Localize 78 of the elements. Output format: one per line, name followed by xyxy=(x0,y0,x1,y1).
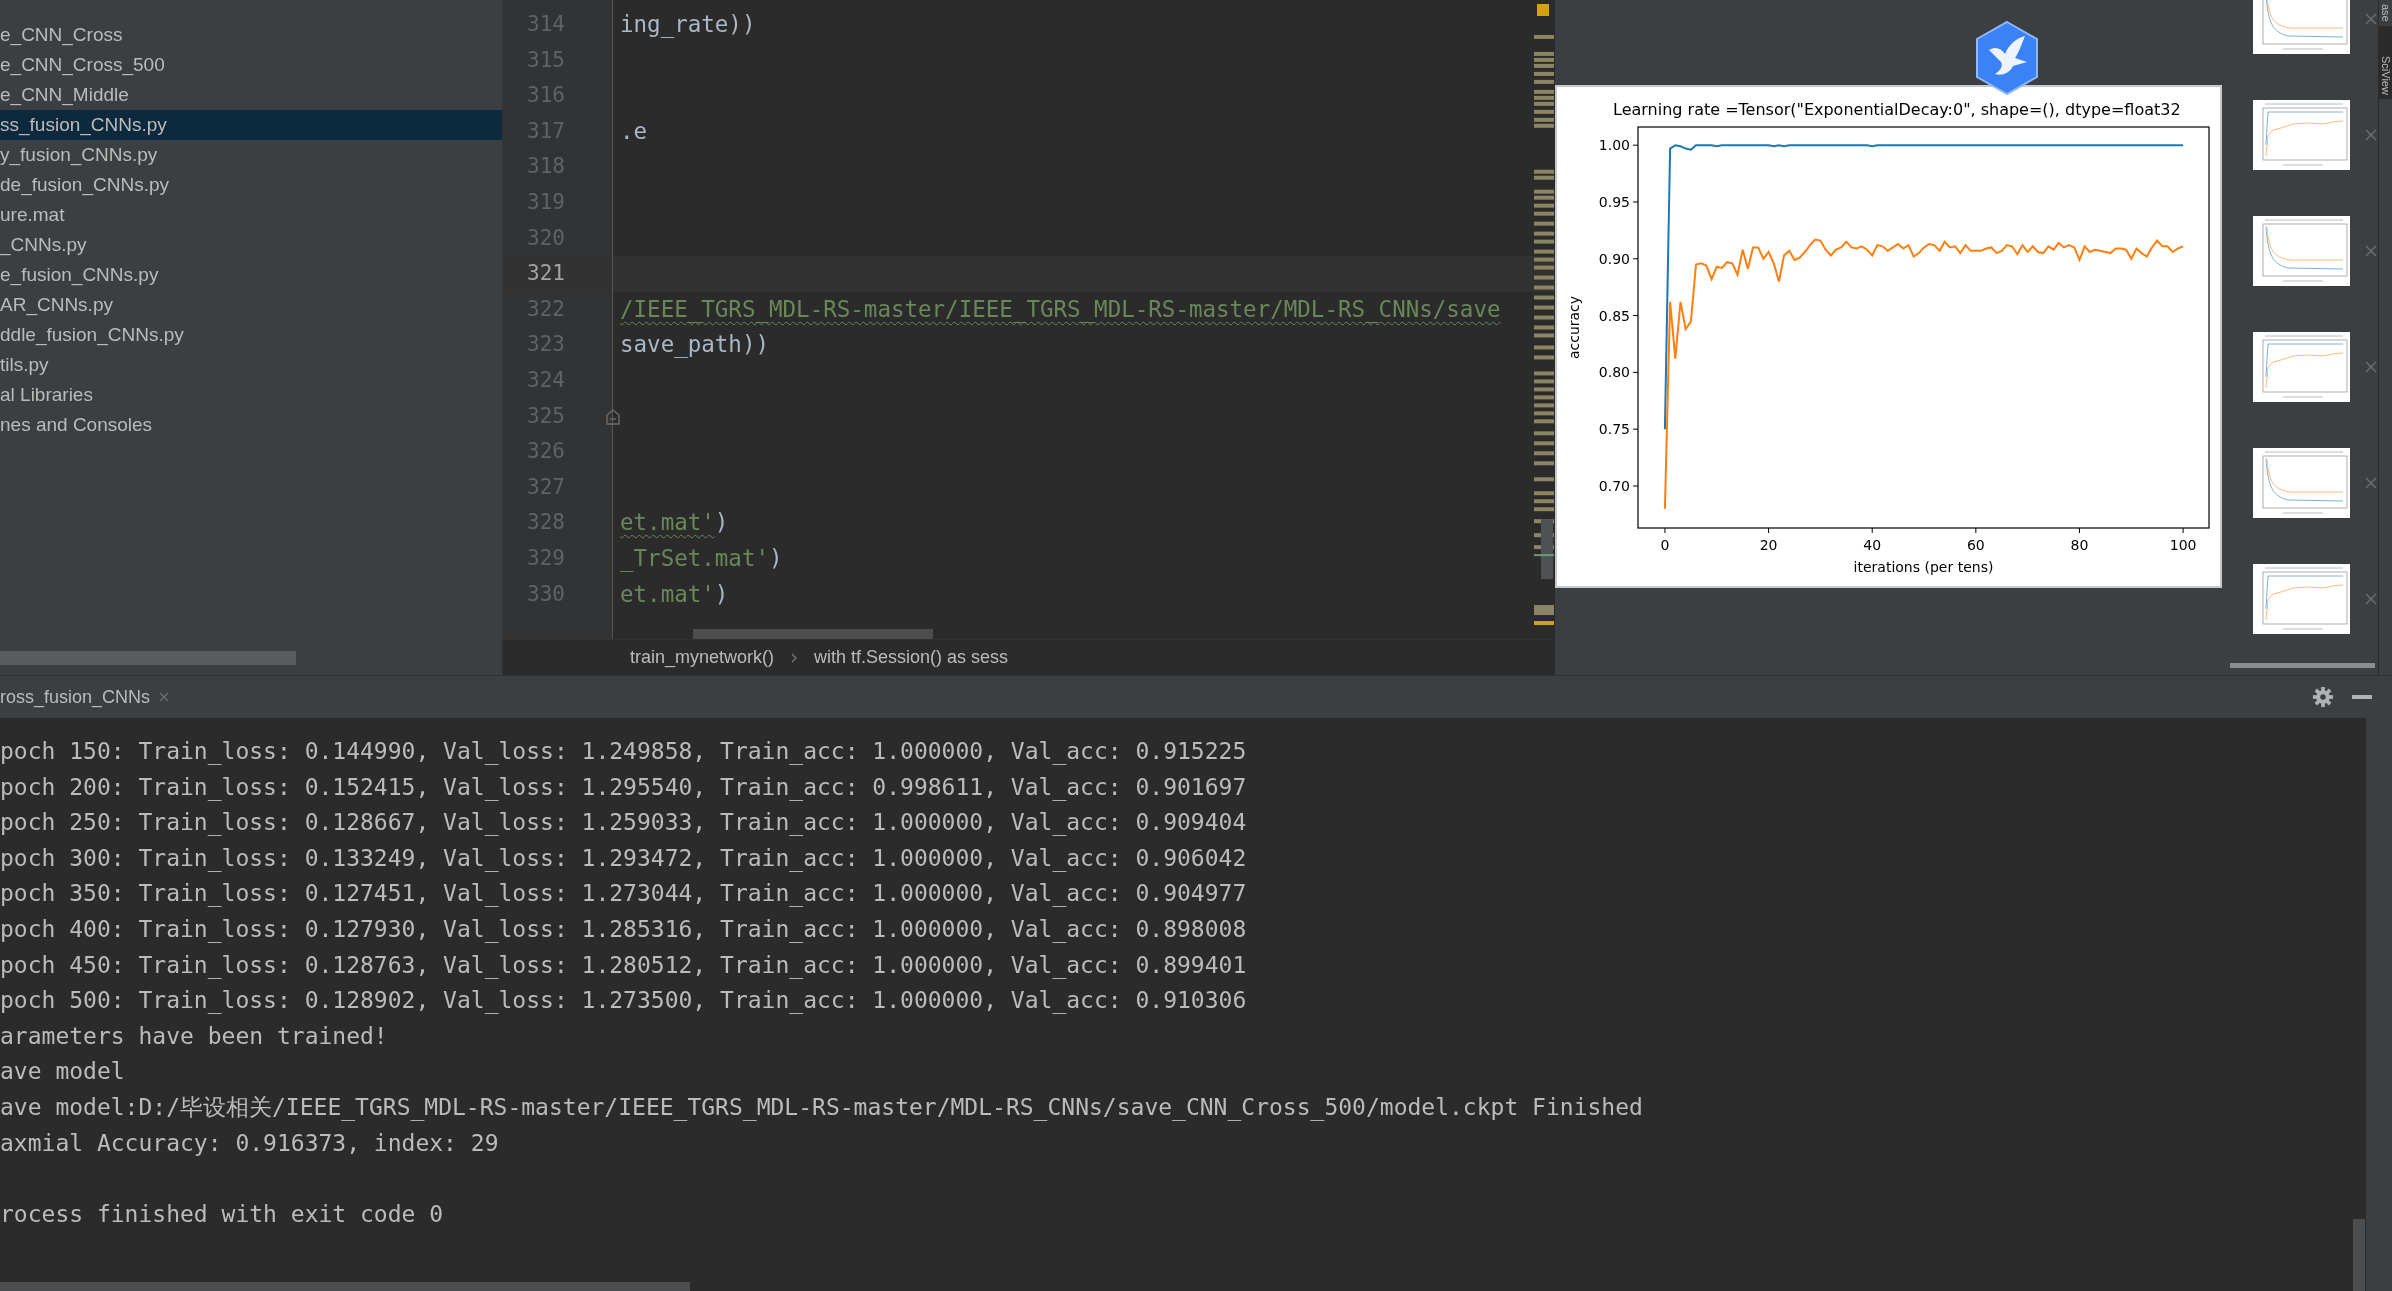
plot-thumbnail[interactable] xyxy=(2253,564,2350,634)
file-tree-item[interactable]: y_fusion_CNNs.py xyxy=(0,140,502,170)
close-icon[interactable] xyxy=(158,691,171,703)
tick-label: 40 xyxy=(1863,537,1882,553)
close-icon[interactable] xyxy=(2364,244,2378,258)
console-output-line: poch 300: Train_loss: 0.133249, Val_loss: 1.293472, Train_acc: 1.000000, Val_acc: 0.906042 xyxy=(0,844,1247,871)
close-icon[interactable] xyxy=(2364,360,2378,374)
axis-label: accuracy xyxy=(1566,295,1582,360)
file-tree-item[interactable]: e_CNN_Cross xyxy=(0,20,502,50)
file-tree-item[interactable]: ddle_fusion_CNNs.py xyxy=(0,320,502,350)
console-output-line: poch 200: Train_loss: 0.152415, Val_loss: 1.295540, Train_acc: 0.998611, Val_acc: 0.901697 xyxy=(0,773,1247,800)
scrollbar-thumb[interactable] xyxy=(2353,1219,2365,1291)
settings-icon[interactable] xyxy=(2312,686,2334,708)
plot-thumbnail[interactable] xyxy=(2253,332,2350,402)
console-output-line: poch 250: Train_loss: 0.128667, Val_loss: 1.259033, Train_acc: 1.000000, Val_acc: 0.909404 xyxy=(0,809,1247,836)
tick-label: 0.90 xyxy=(1598,250,1630,267)
scrollbar-thumb[interactable] xyxy=(2230,663,2375,668)
close-icon[interactable] xyxy=(2364,476,2378,490)
chevron-icon xyxy=(790,651,799,664)
file-tree-item[interactable]: e_CNN_Middle xyxy=(0,80,502,110)
plot-thumbnail[interactable] xyxy=(2253,100,2350,170)
file-tree-item[interactable]: _CNNs.py xyxy=(0,230,502,260)
axis-label: iterations (per tens) xyxy=(1853,559,1994,575)
tool-window-tab[interactable]: ase xyxy=(2379,0,2392,26)
close-icon[interactable] xyxy=(2364,128,2378,142)
scrollbar-thumb[interactable] xyxy=(0,651,296,665)
tick-label: 100 xyxy=(2169,537,2197,553)
file-tree-item[interactable]: al Libraries xyxy=(0,380,502,410)
file-tree-item[interactable]: e_CNN_Cross_500 xyxy=(0,50,502,80)
code-line: et.mat') xyxy=(620,580,729,607)
tick-label: 0.70 xyxy=(1598,477,1630,494)
file-tree-item[interactable]: nes and Consoles xyxy=(0,410,502,440)
console-output-line: arameters have been trained! xyxy=(0,1022,388,1049)
tick-label: 0.95 xyxy=(1598,193,1630,210)
tick-label: 0 xyxy=(1660,537,1670,553)
tick-label: 0.75 xyxy=(1598,421,1630,438)
console-output-line: poch 400: Train_loss: 0.127930, Val_loss: 1.285316, Train_acc: 1.000000, Val_acc: 0.898008 xyxy=(0,915,1247,942)
breadcrumb[interactable]: train_mynetwork() xyxy=(630,647,775,668)
console-output-line: axmial Accuracy: 0.916373, index: 29 xyxy=(0,1129,499,1156)
console-output-line: poch 350: Train_loss: 0.127451, Val_loss: 1.273044, Train_acc: 1.000000, Val_acc: 0.904977 xyxy=(0,880,1247,907)
console-output-line: poch 450: Train_loss: 0.128763, Val_loss: 1.280512, Train_acc: 1.000000, Val_acc: 0.899401 xyxy=(0,951,1247,978)
scrollbar-thumb[interactable] xyxy=(0,1282,690,1291)
file-tree-item[interactable]: e_fusion_CNNs.py xyxy=(0,260,502,290)
minimize-icon[interactable] xyxy=(2352,695,2372,699)
plot-thumbnail[interactable] xyxy=(2253,0,2350,54)
plot-thumbnail[interactable] xyxy=(2253,448,2350,518)
exit-message: rocess finished with exit code 0 xyxy=(0,1200,444,1227)
file-tree-item[interactable]: tils.py xyxy=(0,350,502,380)
code-line: /IEEE_TGRS_MDL-RS-master/IEEE_TGRS_MDL-RS-master/MDL-RS_CNNs/save xyxy=(620,295,1501,322)
tick-label: 80 xyxy=(2070,537,2089,553)
console-output-line: poch 150: Train_loss: 0.144990, Val_loss: 1.249858, Train_acc: 1.000000, Val_acc: 0.915225 xyxy=(0,738,1247,764)
console-output-line: ave model:D:/毕设相关/IEEE_TGRS_MDL-RS-master/IEEE_TGRS_MDL-RS-master/MDL-RS_CNNs/save_CNN_Cross_500/model.ckpt Finished xyxy=(0,1093,1643,1120)
close-icon[interactable] xyxy=(2364,12,2378,26)
file-tree-item[interactable]: ure.mat xyxy=(0,200,502,230)
bird-app-icon[interactable] xyxy=(1975,20,2039,96)
file-tree-item[interactable]: ss_fusion_CNNs.py xyxy=(0,110,502,140)
code-line: _TrSet.mat') xyxy=(620,544,783,571)
console-tab[interactable]: ross_fusion_CNNs xyxy=(0,686,151,708)
tick-label: 1.00 xyxy=(1598,137,1630,154)
tick-label: 0.80 xyxy=(1598,364,1630,381)
fold-icon[interactable] xyxy=(606,408,620,425)
console-output-line: poch 500: Train_loss: 0.128902, Val_loss: 1.273500, Train_acc: 1.000000, Val_acc: 0.910306 xyxy=(0,987,1247,1014)
file-tree-item[interactable]: AR_CNNs.py xyxy=(0,290,502,320)
close-icon[interactable] xyxy=(2364,592,2378,606)
tick-label: 0.85 xyxy=(1598,307,1630,324)
tick-label: 60 xyxy=(1966,537,1985,553)
tool-window-tab[interactable]: SciView xyxy=(2379,25,2392,99)
code-line: .e xyxy=(620,117,648,144)
code-line: et.mat') xyxy=(620,509,729,536)
tick-label: 20 xyxy=(1759,537,1778,553)
code-line: ing_rate)) xyxy=(620,11,756,37)
code-line: save_path)) xyxy=(620,331,769,358)
chart-title: Learning rate =Tensor("ExponentialDecay:0", shape=(), dtype=float32 xyxy=(1613,100,2181,119)
console-output-line: ave model xyxy=(0,1058,125,1085)
breadcrumb[interactable]: with tf.Session() as sess xyxy=(814,647,1009,668)
plot-thumbnail[interactable] xyxy=(2253,216,2350,286)
scrollbar-thumb[interactable] xyxy=(693,629,933,639)
file-tree-item[interactable]: de_fusion_CNNs.py xyxy=(0,170,502,200)
